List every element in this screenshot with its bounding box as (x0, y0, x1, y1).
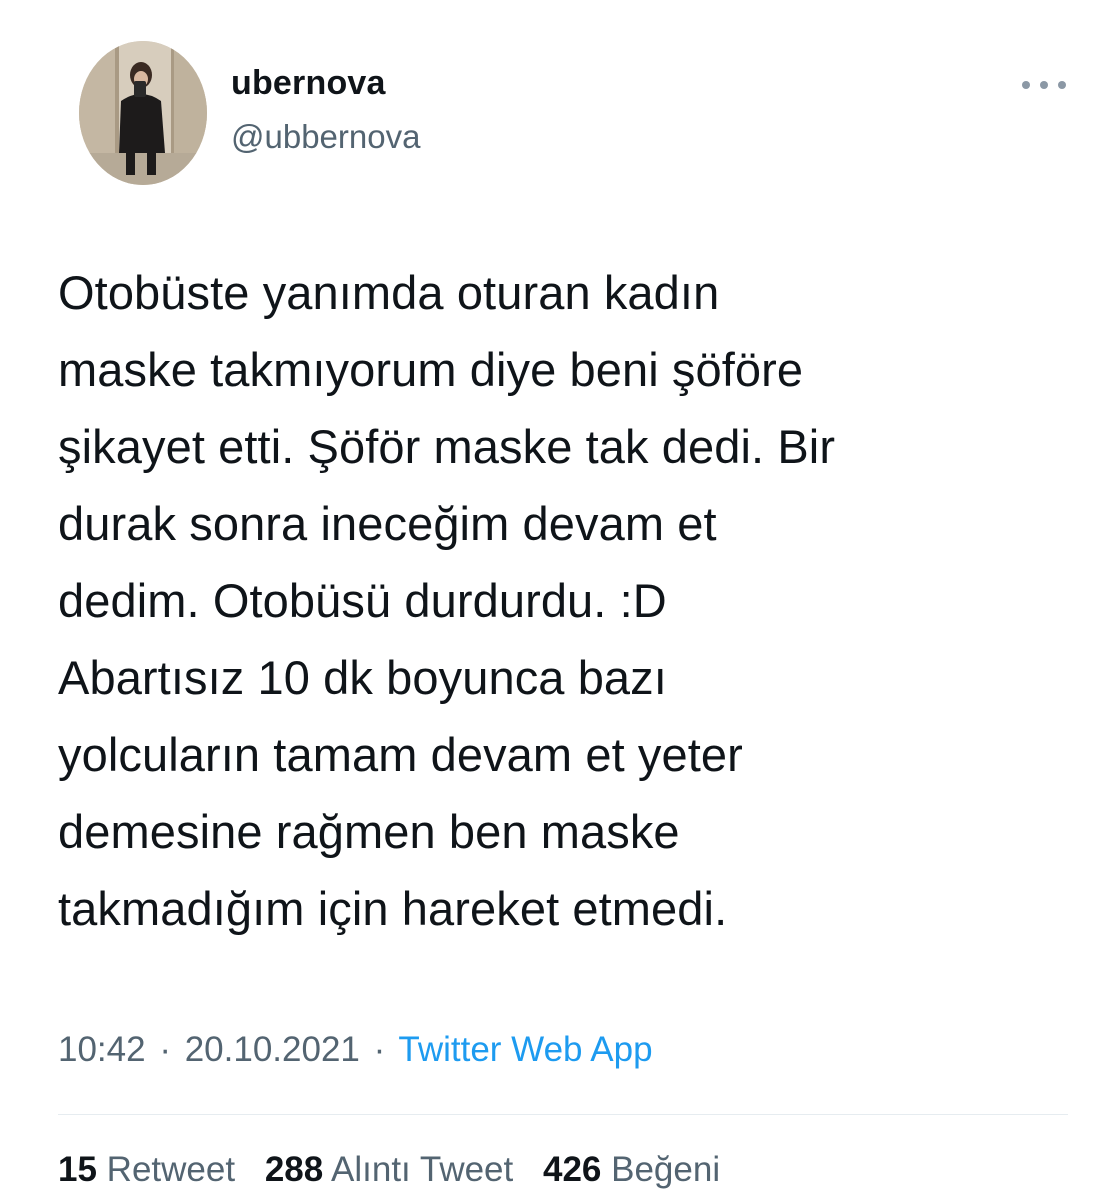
profile-photo-icon (79, 41, 207, 185)
retweets-label: Retweet (106, 1150, 236, 1189)
tweet-date[interactable]: 20.10.2021 (185, 1030, 360, 1069)
tweet-source-link[interactable]: Twitter Web App (398, 1030, 652, 1069)
tweet-card: ubernova @ubbernova Otobüste yanımda otu… (0, 0, 1120, 1200)
quotes-stat[interactable]: 288 Alıntı Tweet (265, 1150, 513, 1189)
display-name[interactable]: ubernova (231, 64, 386, 103)
tweet-meta: 10:42 · 20.10.2021 · Twitter Web App (58, 1030, 653, 1070)
retweets-count: 15 (58, 1150, 97, 1189)
tweet-text: Otobüste yanımda oturan kadın maske takm… (58, 266, 836, 935)
meta-separator: · (159, 1030, 171, 1069)
likes-stat[interactable]: 426 Beğeni (543, 1150, 720, 1189)
more-options-button[interactable] (1022, 70, 1066, 100)
meta-separator: · (373, 1030, 386, 1069)
more-dots-icon (1058, 81, 1066, 89)
user-handle[interactable]: @ubbernova (231, 118, 420, 156)
tweet-stats: 15 Retweet 288 Alıntı Tweet 426 Beğeni (58, 1150, 740, 1190)
quotes-label: Alıntı Tweet (331, 1150, 514, 1189)
divider (58, 1114, 1068, 1115)
likes-count: 426 (542, 1150, 602, 1189)
avatar[interactable] (79, 41, 207, 185)
likes-label: Beğeni (611, 1150, 721, 1189)
more-dots-icon (1022, 81, 1030, 89)
quotes-count: 288 (264, 1150, 324, 1189)
more-dots-icon (1040, 81, 1048, 89)
tweet-time[interactable]: 10:42 (58, 1030, 146, 1069)
retweets-stat[interactable]: 15 Retweet (58, 1150, 235, 1189)
